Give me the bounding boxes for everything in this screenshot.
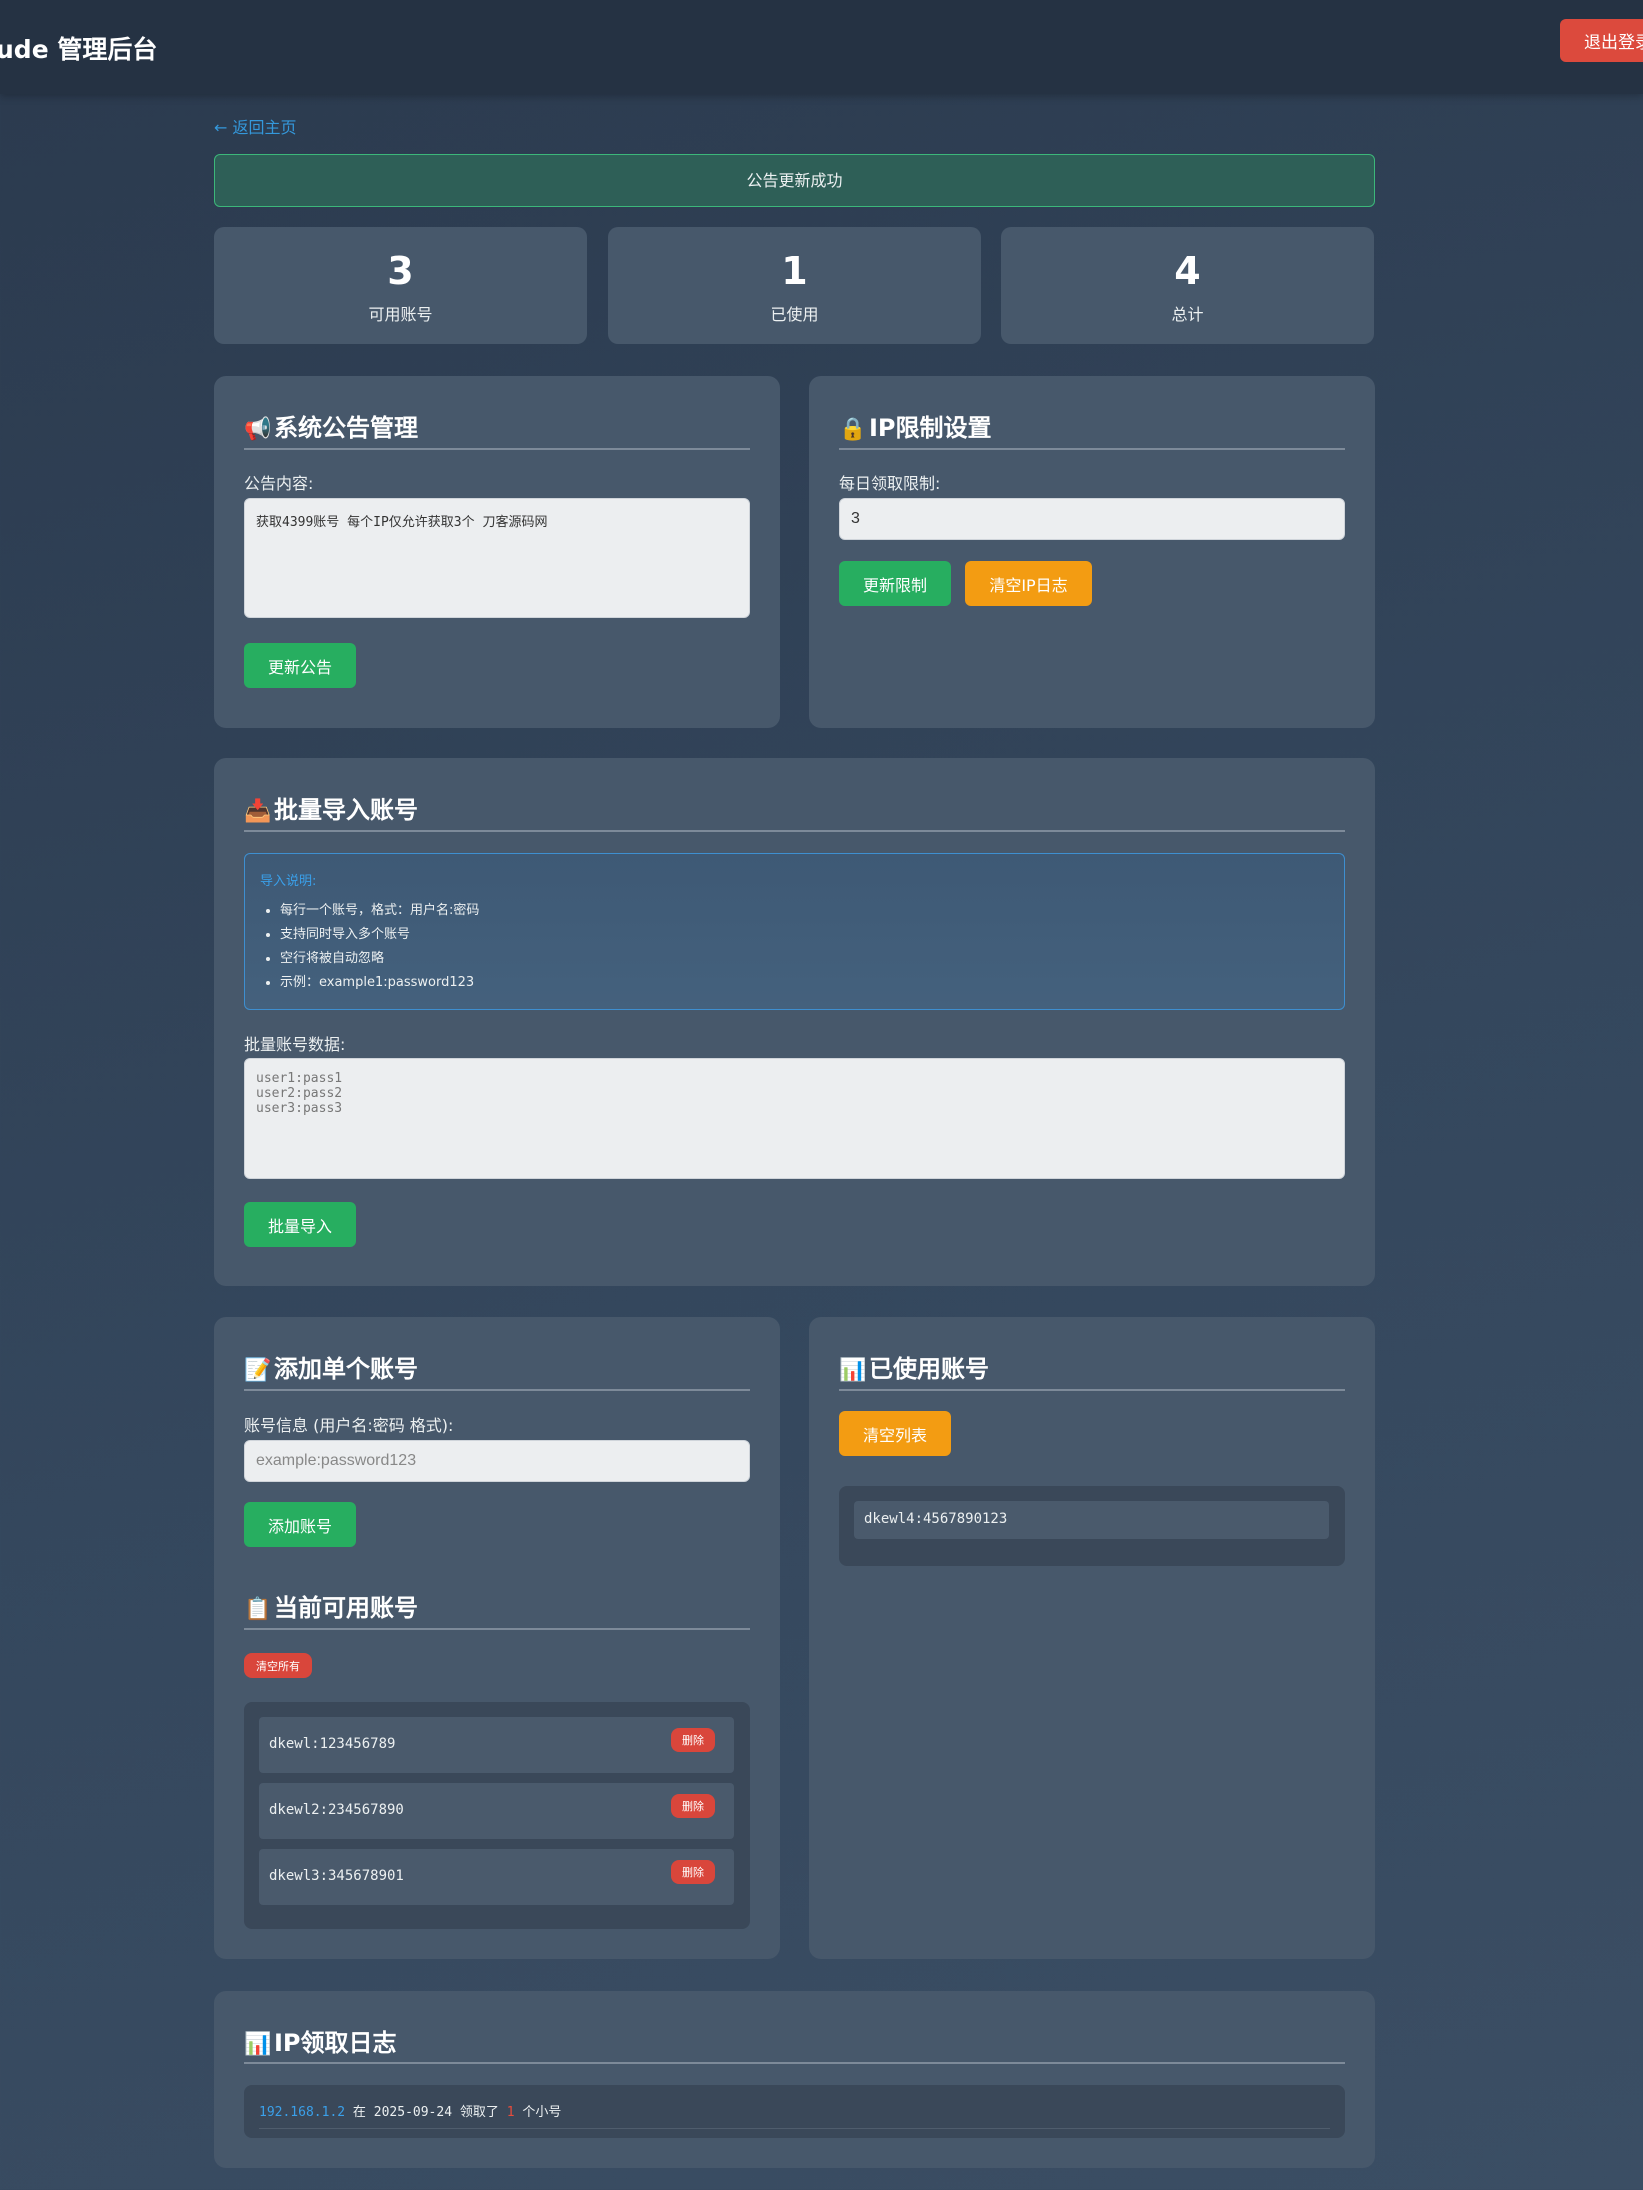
daily-limit-input[interactable] [839,498,1345,540]
divider [244,830,1345,832]
batch-import-panel: 📥批量导入账号 导入说明: 每行一个账号，格式：用户名:密码 支持同时导入多个账… [214,758,1375,1286]
instruction-item: 支持同时导入多个账号 [280,923,479,947]
app-title: ude 管理后台 [0,35,158,64]
lock-icon: 🔒 [839,417,867,442]
add-account-panel: 📝添加单个账号 账号信息 (用户名:密码 格式): 添加账号 📋当前可用账号 清… [214,1317,780,1959]
account-info-label: 账号信息 (用户名:密码 格式): [244,1416,454,1435]
divider [244,1628,750,1630]
log-ip: 192.168.1.2 [259,2105,346,2120]
divider [839,448,1345,450]
batch-data-textarea[interactable] [244,1058,1345,1179]
ip-log-title: 📊 IP领取日志 [244,2029,397,2057]
stat-label: 总计 [1171,305,1204,324]
divider [244,2062,1345,2064]
account-text: dkewl3:345678901 [269,1868,404,1884]
log-entry: 192.168.1.2 在 2025-09-24 领取了 1 个小号 [259,2101,561,2120]
clear-all-button[interactable]: 清空所有 [244,1653,312,1678]
instruction-item: 空行将被自动忽略 [280,947,479,971]
batch-import-title: 📥 批量导入账号 [244,796,418,824]
delete-button[interactable]: 删除 [671,1728,715,1752]
log-count: 1 [506,2105,515,2120]
stat-value: 4 [1174,249,1201,293]
back-home-link[interactable]: ← 返回主页 [214,114,297,138]
bar-chart-icon: 📊 [839,1358,867,1383]
ip-limit-panel: 🔒IP限制设置 每日领取限制: 更新限制 清空IP日志 [809,376,1375,728]
memo-icon: 📝 [244,1358,272,1383]
ip-limit-title: 🔒 IP限制设置 [839,414,992,442]
log-unit: 个小号 [522,2105,562,2120]
clipboard-icon: 📋 [244,1597,272,1622]
stat-available-card: 3 可用账号 [214,227,587,344]
account-text: dkewl4:4567890123 [864,1511,1008,1527]
account-text: dkewl2:234567890 [269,1802,404,1818]
stat-total-card: 4 总计 [1001,227,1374,344]
ip-log-panel: 📊 IP领取日志 192.168.1.2 在 2025-09-24 领取了 1 个… [214,1991,1375,2168]
announcement-label: 公告内容: [244,474,314,493]
announcement-panel: 📢系统公告管理 公告内容: 更新公告 [214,376,780,728]
logout-button[interactable]: 退出登录 [1560,19,1643,62]
ip-log-list: 192.168.1.2 在 2025-09-24 领取了 1 个小号 [244,2085,1345,2138]
inbox-tray-icon: 📥 [244,799,272,824]
instruction-item: 示例：example1:password123 [280,971,479,995]
update-announcement-button[interactable]: 更新公告 [244,643,356,688]
clear-used-list-button[interactable]: 清空列表 [839,1411,951,1456]
update-limit-button[interactable]: 更新限制 [839,561,951,606]
instruction-item: 每行一个账号，格式：用户名:密码 [280,899,479,923]
divider [839,1389,1345,1391]
delete-button[interactable]: 删除 [671,1794,715,1818]
bar-chart-icon: 📊 [244,2032,272,2057]
list-item: dkewl4:4567890123 [854,1501,1329,1539]
available-title: 📋 当前可用账号 [244,1594,418,1622]
list-item: dkewl:123456789 删除 [259,1717,734,1773]
log-took: 领取了 [459,2105,499,2120]
used-title: 📊 已使用账号 [839,1355,989,1383]
add-account-button[interactable]: 添加账号 [244,1502,356,1547]
list-item: dkewl3:345678901 删除 [259,1849,734,1905]
announcement-title: 📢 系统公告管理 [244,414,418,442]
stat-used-card: 1 已使用 [608,227,981,344]
stat-value: 3 [387,249,414,293]
batch-import-button[interactable]: 批量导入 [244,1202,356,1247]
divider [244,448,750,450]
stat-label: 已使用 [770,305,819,324]
batch-data-label: 批量账号数据: [244,1035,346,1054]
log-date: 2025-09-24 [373,2105,453,2120]
import-instructions: 导入说明: 每行一个账号，格式：用户名:密码 支持同时导入多个账号 空行将被自动… [244,853,1345,1010]
instructions-title: 导入说明: [260,874,317,889]
divider [244,1389,750,1391]
log-at: 在 [352,2105,366,2120]
top-bar: ude 管理后台 退出登录 [0,0,1643,94]
log-divider [259,2128,1330,2129]
list-item: dkewl2:234567890 删除 [259,1783,734,1839]
success-alert: 公告更新成功 [214,154,1375,207]
account-text: dkewl:123456789 [269,1736,396,1752]
stat-label: 可用账号 [368,305,433,324]
stat-value: 1 [781,249,808,293]
clear-ip-log-button[interactable]: 清空IP日志 [965,561,1092,606]
announcement-textarea[interactable] [244,498,750,618]
account-info-input[interactable] [244,1440,750,1482]
daily-limit-label: 每日领取限制: [839,474,941,493]
delete-button[interactable]: 删除 [671,1860,715,1884]
instructions-list: 每行一个账号，格式：用户名:密码 支持同时导入多个账号 空行将被自动忽略 示例：… [280,899,479,995]
add-single-title: 📝 添加单个账号 [244,1355,418,1383]
used-accounts-panel: 📊 已使用账号 清空列表 dkewl4:4567890123 [809,1317,1375,1959]
megaphone-icon: 📢 [244,417,272,442]
available-accounts-list: dkewl:123456789 删除 dkewl2:234567890 删除 d… [244,1702,750,1929]
used-accounts-list: dkewl4:4567890123 [839,1486,1345,1566]
